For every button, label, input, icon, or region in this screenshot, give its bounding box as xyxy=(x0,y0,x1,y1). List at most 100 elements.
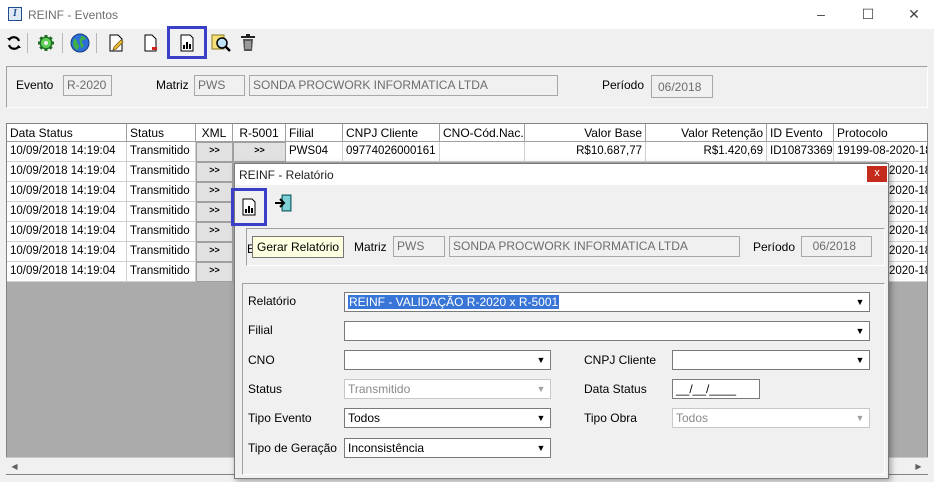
tipo-evento-value: Todos xyxy=(348,411,381,425)
report-button[interactable] xyxy=(167,26,207,59)
table-row-data-status: 10/09/2018 14:19:04 xyxy=(7,222,127,242)
xml-button[interactable]: >> xyxy=(196,202,233,222)
cno-label: CNO xyxy=(248,353,275,367)
table-row-data-status: 10/09/2018 14:19:04 xyxy=(7,162,127,182)
data-status-field[interactable]: __/__/____ xyxy=(672,379,760,399)
chevron-down-icon[interactable]: ▼ xyxy=(533,440,549,456)
xml-button[interactable]: >> xyxy=(196,222,233,242)
new-document-button[interactable] xyxy=(138,31,162,55)
table-row-protocolo: 2020-180 xyxy=(887,242,927,262)
table-row-protocolo: 2020-180 xyxy=(887,222,927,242)
window-title: REINF - Eventos xyxy=(28,8,119,22)
periodo-field[interactable]: 06/2018 xyxy=(651,75,713,98)
delete-button[interactable] xyxy=(236,31,260,55)
table-row-status: Transmitido xyxy=(127,162,196,182)
toolbar-separator xyxy=(62,33,63,53)
table-row-status: Transmitido xyxy=(127,142,196,162)
edit-document-icon xyxy=(109,34,124,52)
chevron-down-icon[interactable]: ▼ xyxy=(533,410,549,426)
table-row-status: Transmitido xyxy=(127,242,196,262)
column-header-protocolo[interactable]: Protocolo xyxy=(834,124,927,142)
cnpj-cliente-select[interactable]: ▼ xyxy=(672,350,870,370)
tipo-evento-label: Tipo Evento xyxy=(248,411,312,425)
chevron-down-icon[interactable]: ▼ xyxy=(852,294,868,310)
toolbar-separator xyxy=(96,33,97,53)
status-label: Status xyxy=(248,382,283,396)
relatorio-select[interactable]: REINF - VALIDAÇÃO R-2020 x R-5001 ▼ xyxy=(344,292,870,312)
table-row-status: Transmitido xyxy=(127,222,196,242)
table-row-cnpj: 09774026000161 xyxy=(343,142,440,162)
column-header-r5001[interactable]: R-5001 xyxy=(233,124,286,142)
filial-select[interactable]: ▼ xyxy=(344,321,870,341)
chevron-down-icon[interactable]: ▼ xyxy=(852,323,868,339)
column-header-valor-base[interactable]: Valor Base xyxy=(525,124,646,142)
dialog-periodo-field[interactable]: 06/2018 xyxy=(801,236,872,257)
xml-button[interactable]: >> xyxy=(196,182,233,202)
tipo-geracao-label: Tipo de Geração xyxy=(248,441,337,455)
evento-field[interactable]: R-2020 xyxy=(63,75,112,96)
transmit-button[interactable] xyxy=(68,31,92,55)
tipo-geracao-value: Inconsistência xyxy=(348,441,425,455)
column-header-status[interactable]: Status xyxy=(127,124,196,142)
dialog-matriz-name-field[interactable]: SONDA PROCWORK INFORMATICA LTDA xyxy=(449,236,740,257)
column-header-xml[interactable]: XML xyxy=(196,124,233,142)
chevron-down-icon[interactable]: ▼ xyxy=(533,352,549,368)
app-icon: I xyxy=(8,7,22,21)
column-header-data-status[interactable]: Data Status xyxy=(7,124,127,142)
matriz-name-field[interactable]: SONDA PROCWORK INFORMATICA LTDA xyxy=(249,75,558,96)
column-header-filial[interactable]: Filial xyxy=(286,124,343,142)
tipo-geracao-select[interactable]: Inconsistência ▼ xyxy=(344,438,551,458)
dialog-close-button[interactable]: x xyxy=(867,166,887,182)
title-bar: I REINF - Eventos – ☐ ✕ xyxy=(0,0,934,29)
dialog-title: REINF - Relatório xyxy=(239,168,334,182)
xml-button[interactable]: >> xyxy=(196,262,233,282)
report-dialog: REINF - Relatório x E Matriz PWS SONDA P… xyxy=(231,163,889,479)
relatorio-label: Relatório xyxy=(248,294,297,308)
tipo-obra-select: Todos ▼ xyxy=(672,408,870,428)
generate-report-button[interactable] xyxy=(231,188,267,226)
search-button[interactable] xyxy=(209,31,233,55)
column-header-cno[interactable]: CNO-Cód.Nac.C xyxy=(440,124,525,142)
process-button[interactable] xyxy=(34,31,58,55)
close-button[interactable]: ✕ xyxy=(891,0,934,29)
refresh-button[interactable] xyxy=(2,31,26,55)
exit-button[interactable] xyxy=(271,191,295,215)
xml-button[interactable]: >> xyxy=(196,242,233,262)
edit-button[interactable] xyxy=(104,31,128,55)
dialog-matriz-code-field[interactable]: PWS xyxy=(393,236,445,257)
table-row-data-status: 10/09/2018 14:19:04 xyxy=(7,182,127,202)
dialog-periodo-label: Período xyxy=(753,240,796,254)
status-value: Transmitido xyxy=(348,382,411,396)
scroll-left-icon[interactable]: ◀ xyxy=(6,458,23,475)
relatorio-selected-value: REINF - VALIDAÇÃO R-2020 x R-5001 xyxy=(348,295,560,309)
maximize-button[interactable]: ☐ xyxy=(845,0,891,29)
tipo-obra-label: Tipo Obra xyxy=(584,411,637,425)
table-row-filial: PWS04 xyxy=(286,142,343,162)
cnpj-cliente-label: CNPJ Cliente xyxy=(584,353,657,367)
table-row-status: Transmitido xyxy=(127,262,196,282)
matriz-code-field[interactable]: PWS xyxy=(194,75,245,96)
xml-button[interactable]: >> xyxy=(196,142,233,162)
column-header-valor-retencao[interactable]: Valor Retenção xyxy=(646,124,767,142)
table-row-data-status: 10/09/2018 14:19:04 xyxy=(7,262,127,282)
table-row-protocolo: 2020-180 xyxy=(887,162,927,182)
scroll-right-icon[interactable]: ▶ xyxy=(910,458,927,475)
cno-select[interactable]: ▼ xyxy=(344,350,551,370)
dialog-matriz-label: Matriz xyxy=(354,240,387,254)
column-header-cnpj-cliente[interactable]: CNPJ Cliente xyxy=(343,124,440,142)
minimize-button[interactable]: – xyxy=(798,0,844,29)
chevron-down-icon: ▼ xyxy=(533,381,549,397)
table-row-protocolo: 2020-180 xyxy=(887,262,927,282)
refresh-icon xyxy=(7,36,21,50)
filial-label: Filial xyxy=(248,323,273,337)
tipo-evento-select[interactable]: Todos ▼ xyxy=(344,408,551,428)
column-header-id-evento[interactable]: ID Evento xyxy=(767,124,834,142)
matriz-label: Matriz xyxy=(156,78,189,92)
table-row-id-evento: ID10873369 xyxy=(767,142,834,162)
r5001-button[interactable]: >> xyxy=(233,142,286,162)
tooltip: Gerar Relatório xyxy=(252,236,345,258)
toolbar xyxy=(0,26,934,59)
chevron-down-icon[interactable]: ▼ xyxy=(852,352,868,368)
report-icon xyxy=(180,34,194,51)
xml-button[interactable]: >> xyxy=(196,162,233,182)
